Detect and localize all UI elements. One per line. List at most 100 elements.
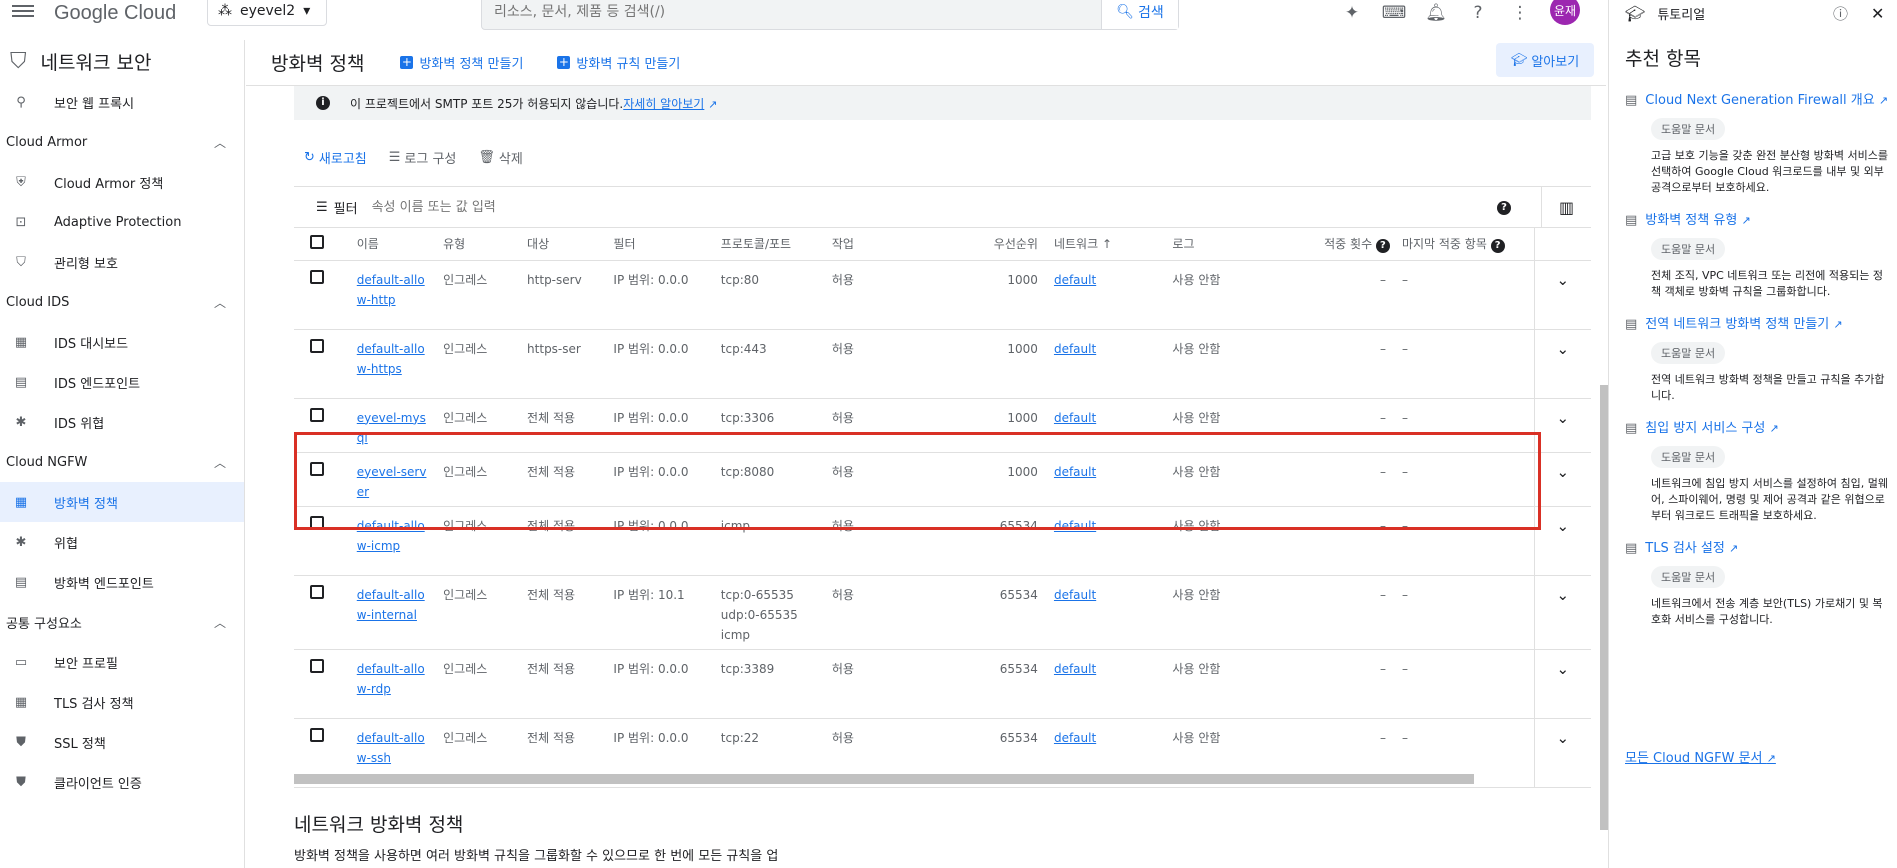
vertical-scrollbar[interactable] [1600,385,1608,830]
nav-section-cloud-ngfw[interactable]: Cloud NGFW ︿ [0,442,244,482]
nav-item-managed-protection[interactable]: ⛉ 관리형 보호 [0,242,244,282]
nav-item-firewall-policy[interactable]: ▦ 방화벽 정책 [0,482,244,522]
network-link[interactable]: default [1054,519,1096,533]
row-checkbox[interactable] [310,658,324,673]
column-header-hits[interactable]: 적중 횟수 ? [1275,228,1396,261]
column-header[interactable]: 필터 [607,228,715,261]
doc-link[interactable]: ▤ 침입 방지 서비스 구성 ↗ [1625,420,1891,438]
network-link[interactable]: default [1054,273,1096,287]
notifications-icon[interactable]: 🔔︎ [1424,1,1448,25]
row-checkbox[interactable] [310,584,324,599]
column-header[interactable]: 유형 [437,228,522,261]
nav-item-ids-dashboard[interactable]: ▦ IDS 대시보드 [0,322,244,362]
google-cloud-logo[interactable]: Google Cloud [54,0,176,26]
row-checkbox[interactable] [310,515,324,530]
table-row[interactable]: default-allow-https 인그레스 https-ser IP 범위: 0… [294,329,1591,399]
nav-section-common[interactable]: 공통 구성요소 ︿ [0,602,244,642]
help-icon[interactable]: ? [1466,1,1490,25]
chevron-down-icon[interactable]: ⌄ [1557,517,1570,535]
create-policy-button[interactable]: + 방화벽 정책 만들기 [400,53,523,72]
row-checkbox[interactable] [310,461,324,476]
main-menu-button[interactable] [12,2,34,20]
chevron-down-icon[interactable]: ⌄ [1557,729,1570,747]
help-icon[interactable]: ? [1375,238,1390,253]
chevron-down-icon[interactable]: ⌄ [1557,271,1570,289]
network-link[interactable]: default [1054,588,1096,602]
nav-item-tls-policy[interactable]: ▦ TLS 검사 정책 [0,682,244,722]
column-header[interactable]: 우선순위 [912,228,1048,261]
filter-button[interactable]: ☰ 필터 [294,198,358,217]
search-button[interactable]: 🔍︎ 검색 [1101,0,1178,29]
rule-name-link[interactable]: default-allow-https [357,342,425,376]
column-header-last[interactable]: 마지막 적중 항목 ? [1395,228,1535,261]
network-link[interactable]: default [1054,342,1096,356]
nav-item-ids-threats[interactable]: ✱ IDS 위협 [0,402,244,442]
table-row[interactable]: eyevel-mysql 인그레스 전체 적용 IP 범위: 0.0.0 tcp:330… [294,398,1591,453]
rule-name-link[interactable]: eyevel-mysql [357,411,426,445]
nav-item-secure-web-proxy[interactable]: ⚲ 보안 웹 프록시 [0,82,244,122]
doc-link[interactable]: ▤ Cloud Next Generation Firewall 개요 ↗ [1625,92,1891,110]
table-row[interactable]: default-allow-rdp 인그레스 전체 적용 IP 범위: 0.0.0 tc… [294,649,1591,719]
log-config-button[interactable]: ☰ 로그 구성 [389,148,457,167]
rule-name-link[interactable]: default-allow-http [357,273,425,307]
chevron-down-icon[interactable]: ⌄ [1557,340,1570,358]
table-row[interactable]: eyevel-server 인그레스 전체 적용 IP 범위: 0.0.0 tcp:80… [294,452,1591,507]
doc-link[interactable]: ▤ 방화벽 정책 유형 ↗ [1625,212,1891,230]
column-header[interactable]: 작업 [825,228,913,261]
search-input[interactable] [482,0,1101,29]
create-rule-button[interactable]: + 방화벽 규칙 만들기 [557,53,680,72]
row-checkbox[interactable] [310,338,324,353]
select-all-checkbox[interactable] [310,235,324,250]
info-icon[interactable]: ⓘ [1833,3,1848,24]
rule-name-link[interactable]: default-allow-internal [357,588,425,622]
learn-button[interactable]: 🎓︎ 알아보기 [1496,43,1594,77]
nav-item-security-profile[interactable]: ▭ 보안 프로필 [0,642,244,682]
network-link[interactable]: default [1054,662,1096,676]
row-checkbox[interactable] [310,727,324,742]
horizontal-scrollbar[interactable] [294,774,1474,784]
all-docs-link[interactable]: 모든 Cloud NGFW 문서 ↗ [1625,747,1776,766]
row-checkbox[interactable] [310,407,324,422]
network-link[interactable]: default [1054,731,1096,745]
gemini-icon[interactable]: ✦ [1340,1,1364,25]
doc-link[interactable]: ▤ TLS 검사 설정 ↗ [1625,540,1891,558]
more-options-icon[interactable]: ⋮ [1508,1,1532,25]
rule-name-link[interactable]: default-allow-icmp [357,519,425,553]
column-header[interactable]: 이름 [350,228,438,261]
chevron-down-icon[interactable]: ⌄ [1557,463,1570,481]
nav-item-firewall-endpoint[interactable]: ▤ 방화벽 엔드포인트 [0,562,244,602]
nav-item-cloud-armor-policy[interactable]: ⛨ Cloud Armor 정책 [0,162,244,202]
delete-button[interactable]: 🗑︎ 삭제 [478,148,522,167]
column-header[interactable]: 로그 [1166,228,1276,261]
rule-name-link[interactable]: eyevel-server [357,465,427,499]
network-link[interactable]: default [1054,411,1096,425]
doc-link[interactable]: ▤ 전역 네트워크 방화벽 정책 만들기 ↗ [1625,316,1891,334]
chevron-down-icon[interactable]: ⌄ [1557,409,1570,427]
column-header-network[interactable]: 네트워크 ↑ [1047,228,1167,261]
column-header[interactable]: 프로토콜/포트 [714,228,826,261]
table-row[interactable]: default-allow-http 인그레스 http-serv IP 범위: 0.… [294,260,1591,330]
help-icon[interactable]: ? [1490,238,1505,253]
close-icon[interactable]: ✕ [1871,4,1884,23]
column-header[interactable]: 대상 [521,228,608,261]
chevron-down-icon[interactable]: ⌄ [1557,660,1570,678]
chevron-down-icon[interactable]: ⌄ [1557,586,1570,604]
rule-name-link[interactable]: default-allow-ssh [357,731,425,765]
refresh-button[interactable]: ↻ 새로고침 [304,148,367,167]
nav-item-threats[interactable]: ✱ 위협 [0,522,244,562]
nav-item-ids-endpoint[interactable]: ▤ IDS 엔드포인트 [0,362,244,402]
avatar[interactable]: 윤재 [1550,0,1580,25]
project-picker[interactable]: ⁂ eyevel2 ▾ [207,0,327,26]
table-row[interactable]: default-allow-internal 인그레스 전체 적용 IP 범위: 10… [294,575,1591,650]
table-row[interactable]: default-allow-icmp 인그레스 전체 적용 IP 범위: 0.0.0 i… [294,506,1591,576]
help-icon[interactable]: ? [1497,201,1511,215]
row-checkbox[interactable] [310,269,324,284]
nav-item-adaptive-protection[interactable]: ⊡ Adaptive Protection [0,202,244,242]
column-display-icon[interactable]: ▥ [1541,187,1591,227]
nav-section-cloud-armor[interactable]: Cloud Armor ︿ [0,122,244,162]
learn-more-link[interactable]: 자세히 알아보기 [623,97,704,111]
nav-item-ssl-policy[interactable]: ⛊ SSL 정책 [0,722,244,762]
filter-input[interactable] [371,199,1072,215]
nav-section-cloud-ids[interactable]: Cloud IDS ︿ [0,282,244,322]
network-link[interactable]: default [1054,465,1096,479]
